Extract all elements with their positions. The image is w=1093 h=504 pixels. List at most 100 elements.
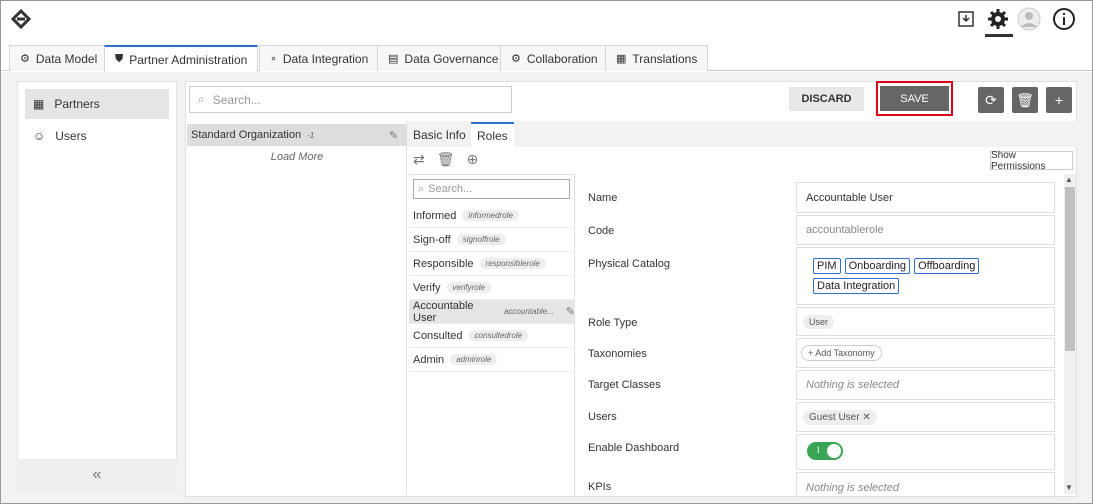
sidebar-item-label: Partners bbox=[54, 97, 100, 111]
role-name: Accountable User bbox=[413, 299, 474, 324]
role-type-field[interactable]: User bbox=[796, 307, 1055, 336]
catalog-chip[interactable]: PIM bbox=[813, 258, 841, 274]
pencil-icon[interactable]: ✎ bbox=[566, 305, 575, 318]
list-item[interactable]: Accountable User accountable... ✎ bbox=[409, 300, 575, 324]
list-item[interactable]: Informed informedrole bbox=[409, 204, 575, 228]
show-permissions-button[interactable]: Show Permissions bbox=[990, 150, 1073, 172]
shield-icon: ⛊ bbox=[115, 53, 124, 65]
taxonomies-label: Taxonomies bbox=[588, 348, 647, 360]
collapse-sidebar-button[interactable]: « bbox=[17, 459, 177, 491]
tab-translations[interactable]: ▦ Translations bbox=[605, 45, 709, 71]
translate-icon: ▦ bbox=[616, 53, 627, 65]
tab-label: Data Integration bbox=[282, 51, 369, 66]
users-field[interactable]: Guest User ✕ bbox=[796, 402, 1055, 432]
cubes-icon: ⚙ bbox=[20, 53, 30, 65]
role-name: Informed bbox=[413, 209, 457, 222]
code-value: accountablerole bbox=[806, 224, 884, 236]
trash-icon[interactable]: 🗑 bbox=[437, 151, 455, 168]
tab-label: Collaboration bbox=[526, 51, 598, 66]
trash-icon: 🗑 bbox=[1016, 91, 1034, 108]
role-type-chip: User bbox=[803, 314, 835, 329]
tab-label: Data Model bbox=[35, 51, 98, 66]
list-item[interactable]: Verify verifyrole bbox=[409, 276, 575, 300]
tab-data-integration[interactable]: ∘ Data Integration bbox=[259, 45, 380, 71]
org-row[interactable]: Standard Organization -1 ✎ bbox=[187, 124, 407, 146]
scrollbar-thumb[interactable] bbox=[1065, 187, 1075, 351]
target-classes-select[interactable]: Nothing is selected bbox=[796, 370, 1055, 400]
info-icon[interactable] bbox=[1052, 7, 1076, 31]
sync-icon[interactable]: ⇄ bbox=[413, 151, 425, 168]
user-chip: Guest User ✕ bbox=[803, 409, 877, 425]
search-placeholder: Search... bbox=[212, 92, 261, 107]
export-icon[interactable] bbox=[954, 7, 978, 31]
kpis-select[interactable]: Nothing is selected bbox=[796, 472, 1055, 497]
name-field[interactable]: Accountable User bbox=[796, 182, 1055, 213]
list-item[interactable]: Responsible responsiblerole bbox=[409, 252, 575, 276]
role-code-badge: adminrole bbox=[450, 354, 498, 365]
sidebar-item-label: Users bbox=[55, 129, 87, 143]
nodes-icon: ∘ bbox=[270, 53, 277, 65]
avatar-icon[interactable] bbox=[1017, 7, 1041, 31]
role-code-badge: responsiblerole bbox=[479, 258, 546, 269]
pencil-icon[interactable]: ✎ bbox=[389, 129, 398, 142]
role-type-label: Role Type bbox=[588, 317, 638, 329]
role-code-badge: informedrole bbox=[462, 210, 519, 221]
add-taxonomy-button[interactable]: + Add Taxonomy bbox=[801, 345, 882, 361]
list-item[interactable]: Sign-off signoffrole bbox=[409, 228, 575, 252]
add-button[interactable]: + bbox=[1046, 87, 1072, 113]
code-field: accountablerole bbox=[796, 215, 1055, 245]
organization-list bbox=[187, 121, 407, 495]
catalog-chip[interactable]: Onboarding bbox=[844, 258, 911, 274]
role-name: Verify bbox=[413, 281, 441, 294]
refresh-button[interactable]: ⟳ bbox=[978, 87, 1004, 113]
enable-dashboard-toggle[interactable]: I bbox=[807, 442, 843, 460]
gears-icon: ⚙ bbox=[511, 53, 521, 65]
role-code-badge: accountable... bbox=[503, 307, 554, 316]
tab-collaboration[interactable]: ⚙ Collaboration bbox=[500, 45, 609, 71]
name-label: Name bbox=[588, 192, 618, 204]
discard-button[interactable]: DISCARD bbox=[789, 87, 864, 111]
sidebar-item-users[interactable]: ☺ Users bbox=[25, 121, 169, 151]
scroll-down-icon[interactable]: ▼ bbox=[1065, 483, 1073, 492]
list-item[interactable]: Admin adminrole bbox=[409, 348, 575, 372]
tab-label: Partner Administration bbox=[129, 52, 248, 67]
save-button[interactable]: SAVE bbox=[880, 86, 949, 111]
search-input[interactable]: ⌕ Search... bbox=[189, 86, 512, 113]
physical-catalog-field[interactable]: PIM Onboarding Offboarding Data Integrat… bbox=[796, 247, 1055, 305]
chevrons-left-icon: « bbox=[92, 466, 102, 483]
role-name: Admin bbox=[413, 353, 445, 366]
tab-roles[interactable]: Roles bbox=[471, 122, 514, 147]
logo-icon[interactable] bbox=[7, 7, 35, 31]
user-chip-label: Guest User bbox=[809, 411, 860, 423]
refresh-icon: ⟳ bbox=[985, 91, 997, 108]
roles-toolbar: ⇄ 🗑 ⊕ bbox=[413, 151, 478, 168]
catalog-chip[interactable]: Offboarding bbox=[914, 258, 980, 274]
taxonomies-field: + Add Taxonomy bbox=[796, 338, 1055, 368]
physical-catalog-label: Physical Catalog bbox=[588, 258, 670, 270]
role-code-badge: consultedrole bbox=[468, 330, 529, 341]
code-label: Code bbox=[588, 225, 615, 237]
close-icon[interactable]: ✕ bbox=[862, 412, 870, 423]
tab-partner-administration[interactable]: ⛊ Partner Administration bbox=[104, 45, 259, 72]
role-search-input[interactable]: ⌕ Search... bbox=[413, 179, 570, 199]
tab-basic-info[interactable]: Basic Info bbox=[407, 122, 472, 147]
load-more-link[interactable]: Load More bbox=[187, 151, 407, 169]
enable-dashboard-label: Enable Dashboard bbox=[588, 442, 680, 454]
delete-button[interactable]: 🗑 bbox=[1012, 87, 1038, 113]
sidebar-item-partners[interactable]: ▦ Partners bbox=[25, 89, 169, 119]
search-icon: ⌕ bbox=[198, 92, 205, 106]
role-code-badge: verifyrole bbox=[446, 282, 491, 293]
org-name: Standard Organization bbox=[191, 129, 302, 141]
add-circle-icon[interactable]: ⊕ bbox=[467, 151, 479, 168]
role-name: Responsible bbox=[413, 257, 474, 270]
role-search-placeholder: Search... bbox=[428, 183, 473, 195]
kpis-label: KPIs bbox=[588, 481, 612, 493]
role-code-badge: signoffrole bbox=[456, 234, 506, 245]
tab-data-governance[interactable]: ▤ Data Governance bbox=[377, 45, 510, 71]
gear-icon[interactable] bbox=[986, 7, 1010, 31]
catalog-chip[interactable]: Data Integration bbox=[813, 278, 900, 294]
list-item[interactable]: Consulted consultedrole bbox=[409, 324, 575, 348]
tab-data-model[interactable]: ⚙ Data Model bbox=[9, 45, 109, 71]
scroll-up-icon[interactable]: ▲ bbox=[1065, 175, 1073, 184]
toggle-knob bbox=[827, 444, 841, 458]
